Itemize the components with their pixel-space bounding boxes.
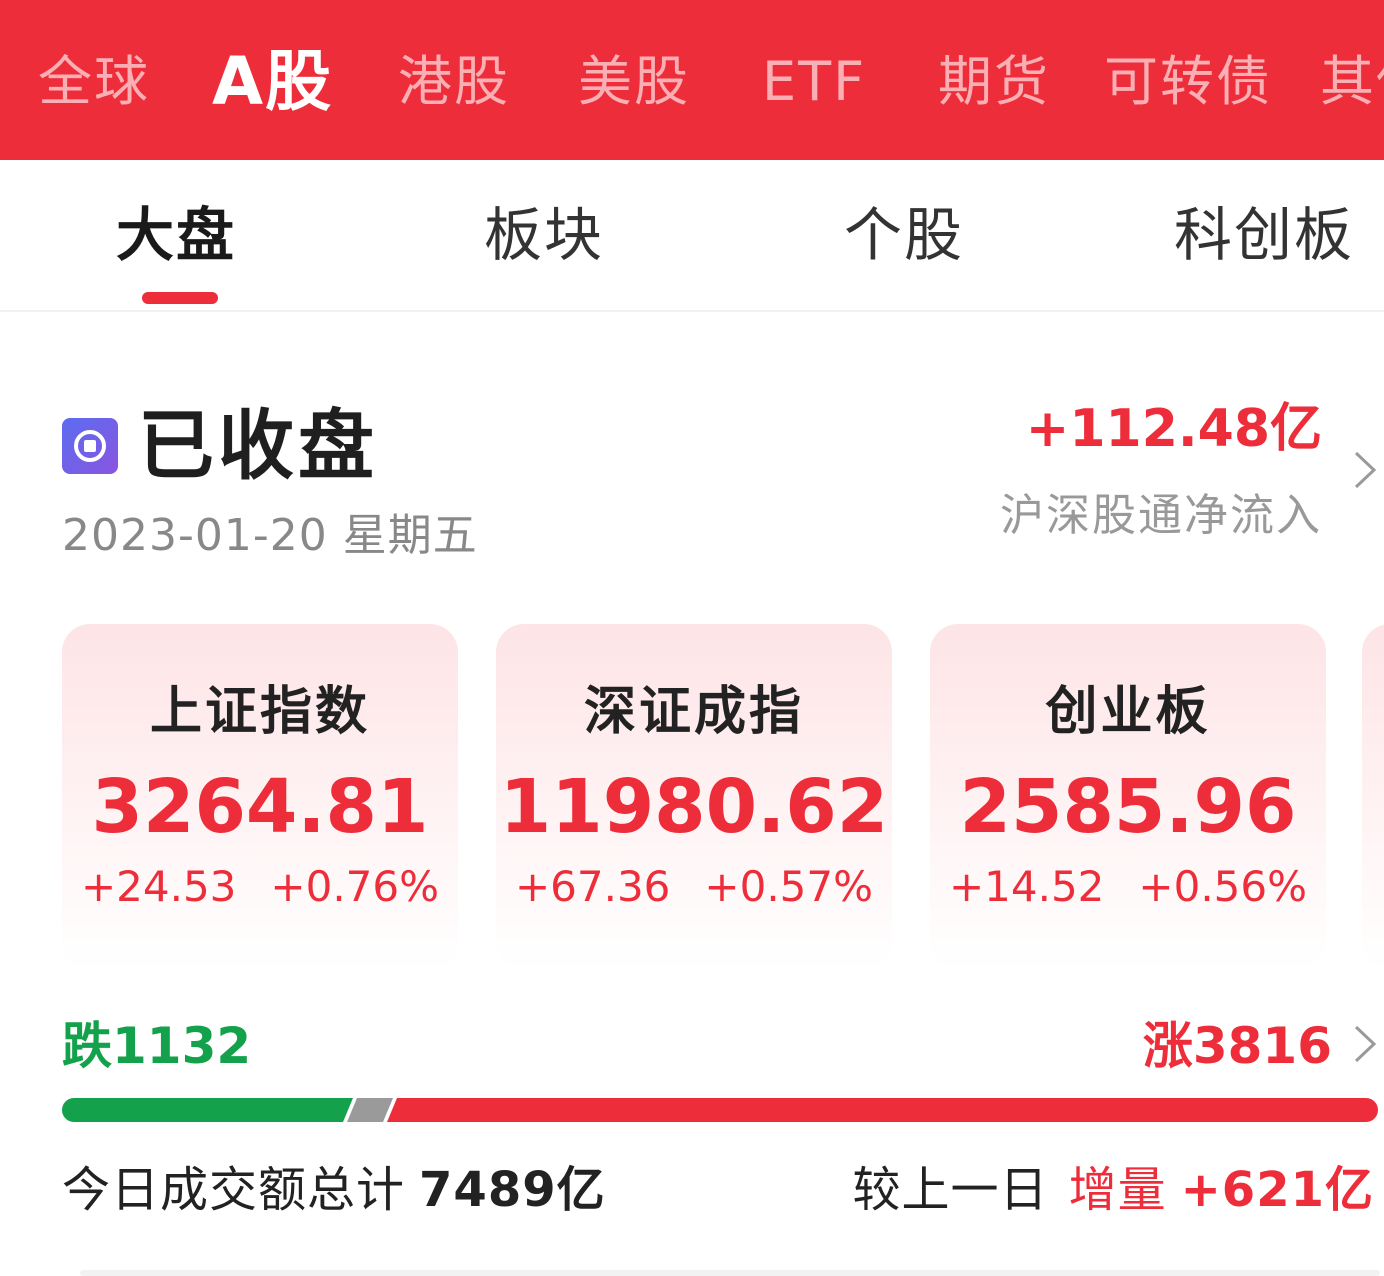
turnover-label: 今日成交额总计	[62, 1162, 406, 1218]
advance-segment	[387, 1098, 1378, 1122]
index-card-shanghai[interactable]: 上证指数 3264.81 +24.53 +0.76%	[62, 624, 458, 970]
market-tab-futures[interactable]: 期货	[938, 50, 1050, 114]
index-change: +67.36	[514, 862, 671, 911]
index-change-pct: +0.57%	[704, 862, 874, 911]
sub-tab-bar: 大盘 板块 个股 科创板	[0, 160, 1384, 312]
turnover-value: 7489亿	[419, 1162, 606, 1218]
market-tab-us[interactable]: 美股	[578, 50, 690, 114]
index-card-shenzhen[interactable]: 深证成指 11980.62 +67.36 +0.57%	[496, 624, 892, 970]
sub-tab-sectors[interactable]: 板块	[484, 200, 604, 270]
market-status-title: 已收盘	[138, 401, 378, 490]
index-name: 创业板	[1045, 682, 1211, 742]
sub-tab-market-overview[interactable]: 大盘	[116, 200, 236, 270]
index-change-row: +14.52 +0.56%	[930, 860, 1326, 914]
delta-label: 增量	[1068, 1162, 1167, 1218]
turnover-summary: 今日成交额总计 7489亿	[62, 1158, 606, 1222]
advance-decline-bar	[62, 1098, 1378, 1122]
net-inflow-value[interactable]: +112.48亿	[1026, 396, 1322, 462]
index-change-row: +67.36 +0.57%	[496, 860, 892, 914]
index-price: 11980.62	[499, 764, 889, 850]
advance-count[interactable]: 涨3816	[1143, 1014, 1332, 1078]
section-divider	[80, 1270, 1380, 1276]
market-status-date: 2023-01-20 星期五	[62, 510, 478, 561]
sub-tab-stocks[interactable]: 个股	[844, 200, 964, 270]
index-change-pct: +0.76%	[270, 862, 440, 911]
delta-value: +621亿	[1180, 1162, 1374, 1218]
market-tab-convertible-bonds[interactable]: 可转债	[1104, 50, 1272, 114]
index-card-chinext[interactable]: 创业板 2585.96 +14.52 +0.56%	[930, 624, 1326, 970]
decline-segment	[62, 1098, 354, 1122]
compare-label: 较上一日	[852, 1162, 1049, 1218]
market-tab-a-share[interactable]: A股	[212, 44, 333, 120]
index-change: +14.52	[948, 862, 1105, 911]
flat-segment	[347, 1098, 394, 1122]
index-change: +24.53	[80, 862, 237, 911]
active-tab-indicator	[142, 292, 218, 304]
advance-decline-bar-graphic	[62, 1098, 1378, 1122]
index-name: 上证指数	[149, 682, 370, 742]
market-tab-etf[interactable]: ETF	[762, 50, 866, 114]
index-name: 深证成指	[583, 682, 804, 742]
index-price: 3264.81	[91, 764, 429, 850]
market-tab-other[interactable]: 其他	[1320, 50, 1384, 114]
market-tab-hk[interactable]: 港股	[398, 50, 510, 114]
sub-tab-star-market[interactable]: 科创板	[1174, 200, 1354, 270]
net-inflow-label[interactable]: 沪深股通净流入	[1000, 488, 1322, 544]
chevron-right-icon[interactable]	[1352, 1024, 1378, 1064]
chevron-right-icon[interactable]	[1352, 450, 1378, 490]
decline-count[interactable]: 跌1132	[62, 1014, 251, 1078]
market-tab-bar: 全球 A股 港股 美股 ETF 期货 可转债 其他	[0, 0, 1384, 160]
index-change-pct: +0.56%	[1138, 862, 1308, 911]
index-change-row: +24.53 +0.76%	[62, 860, 458, 914]
market-status-icon	[62, 418, 118, 474]
index-card-next-partial[interactable]	[1362, 624, 1384, 970]
index-price: 2585.96	[959, 764, 1297, 850]
turnover-compare: 较上一日 增量 +621亿	[853, 1158, 1374, 1222]
market-tab-global[interactable]: 全球	[38, 50, 150, 114]
